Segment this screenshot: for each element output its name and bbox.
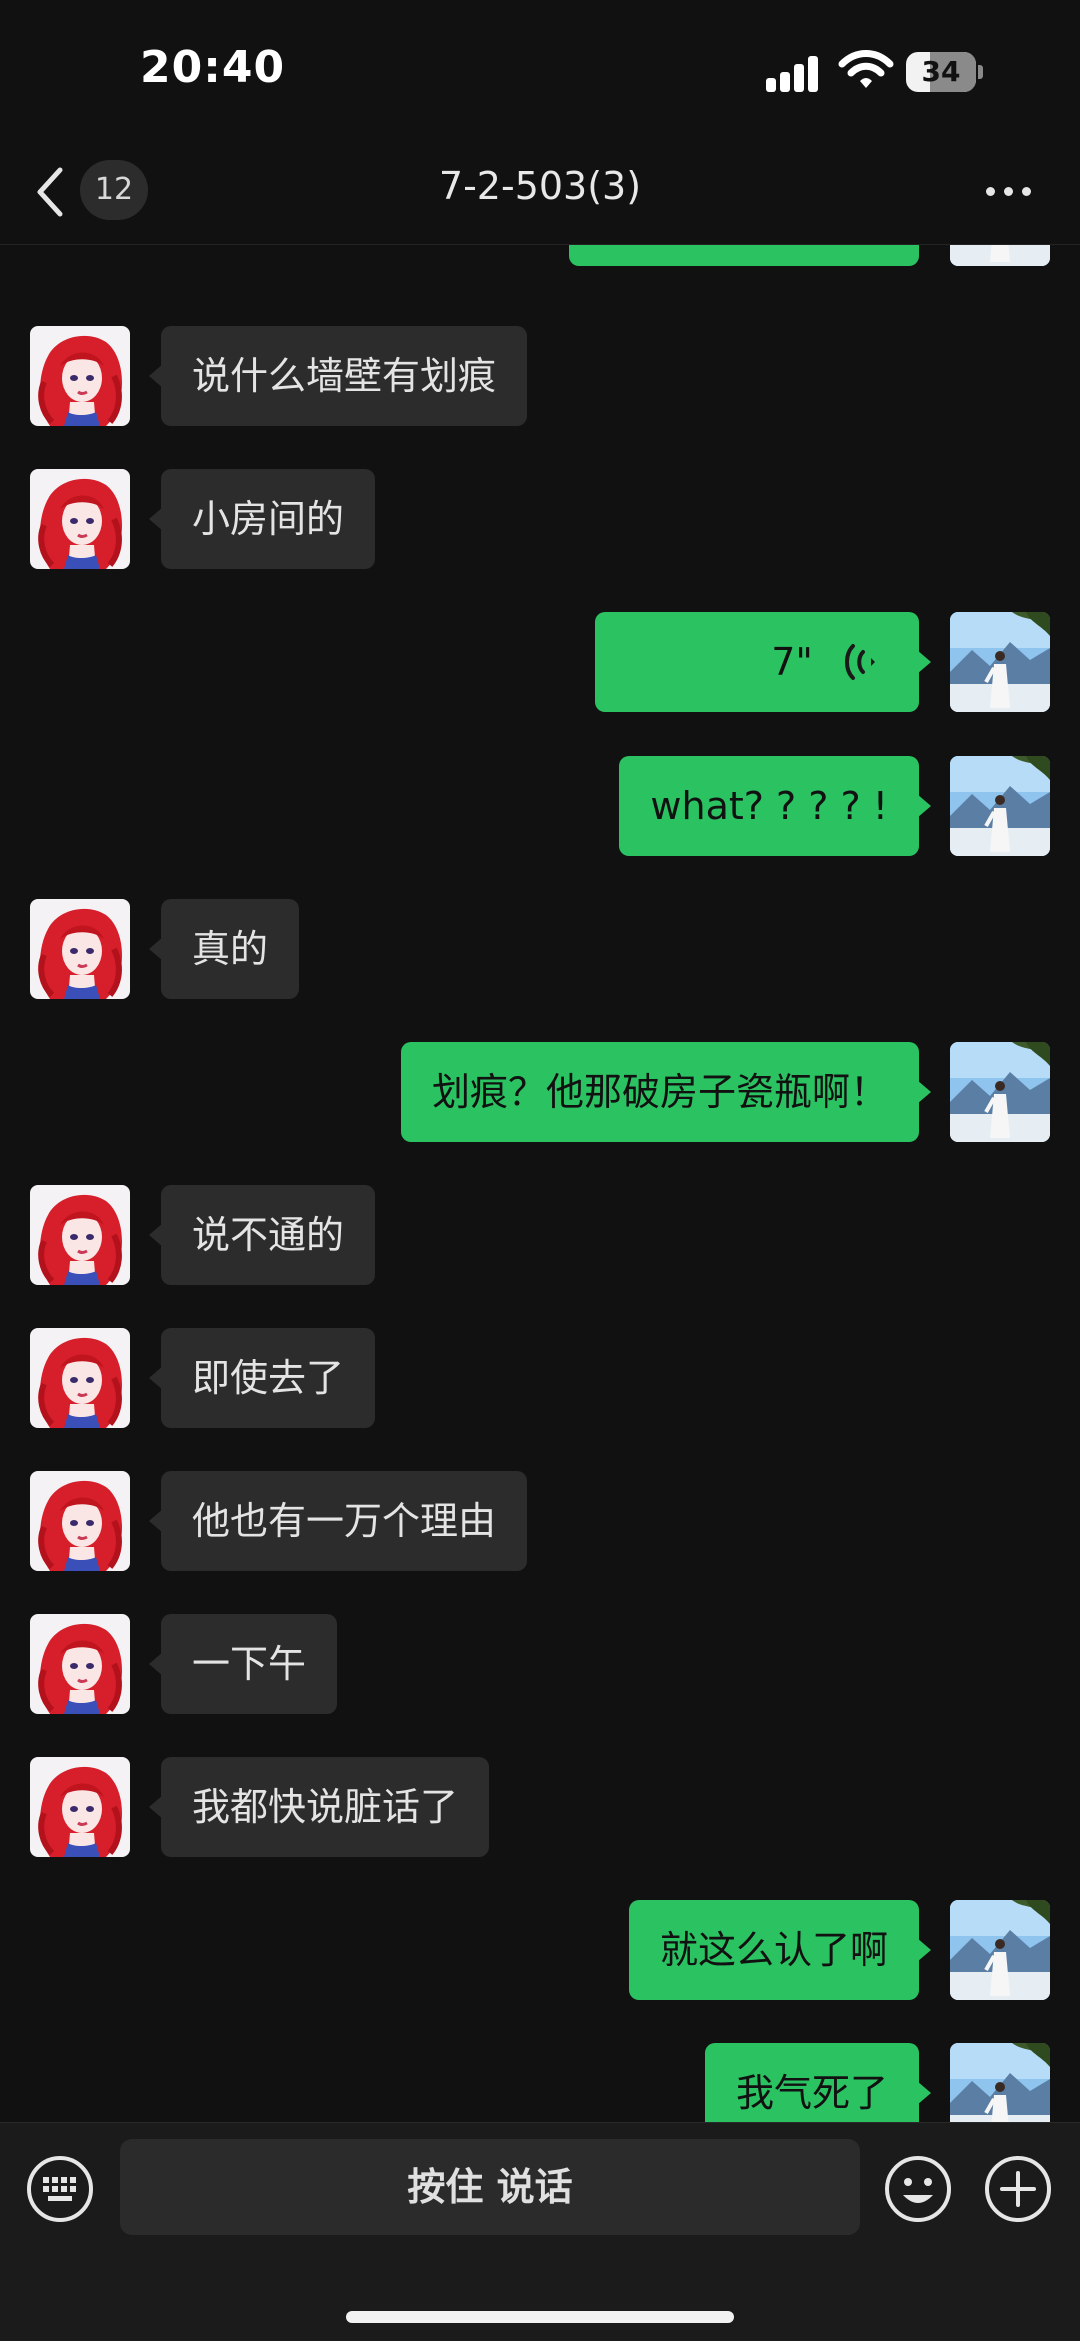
chat-input-bar: 按住 说话 — [0, 2122, 1080, 2341]
hold-to-talk-button[interactable]: 按住 说话 — [120, 2139, 860, 2235]
message-row: what? ? ? ? ! — [0, 756, 1080, 856]
self-avatar[interactable] — [950, 1900, 1050, 2000]
message-bubble[interactable]: 他也有一万个理由 — [148, 1471, 528, 1571]
message-row: 一下午 — [0, 1614, 1080, 1714]
contact-avatar[interactable] — [30, 1471, 130, 1571]
contact-avatar[interactable] — [30, 899, 130, 999]
message-bubble[interactable]: 我气死了 — [704, 2043, 932, 2122]
voice-duration: 7" — [771, 640, 813, 684]
plus-icon[interactable] — [984, 2155, 1052, 2223]
message-row: 我都快说脏话了 — [0, 1757, 1080, 1857]
chat-header: 12 7-2-503(3) — [0, 140, 1080, 245]
home-indicator[interactable] — [346, 2311, 734, 2323]
contact-avatar[interactable] — [30, 1614, 130, 1714]
contact-avatar[interactable] — [30, 1185, 130, 1285]
status-time: 20:40 — [140, 42, 286, 93]
emoji-icon[interactable] — [884, 2155, 952, 2223]
self-avatar[interactable] — [950, 1042, 1050, 1142]
message-list[interactable]: 说什么墙壁有划痕 小房间的 7" what? ? ? ? ! 真的 划痕？他那破… — [0, 245, 1080, 2122]
contact-avatar[interactable] — [30, 326, 130, 426]
message-row: 他也有一万个理由 — [0, 1471, 1080, 1571]
message-bubble[interactable]: 真的 — [148, 899, 300, 999]
message-bubble[interactable]: 说不通的 — [148, 1185, 376, 1285]
message-bubble[interactable]: what? ? ? ? ! — [619, 756, 931, 856]
self-avatar[interactable] — [950, 245, 1050, 266]
message-row: 真的 — [0, 899, 1080, 999]
message-row: 就这么认了啊 — [0, 1900, 1080, 2000]
message-row: 7" — [0, 612, 1080, 712]
message-row: 说不通的 — [0, 1185, 1080, 1285]
message-row — [0, 245, 1080, 266]
back-chevron-icon[interactable] — [30, 162, 70, 222]
cellular-signal-icon — [766, 56, 822, 92]
chat-title: 7-2-503(3) — [438, 164, 642, 208]
status-bar: 20:40 34 — [0, 0, 1080, 140]
contact-avatar[interactable] — [30, 469, 130, 569]
more-dots-icon[interactable] — [986, 184, 1034, 198]
wifi-icon — [838, 50, 894, 88]
contact-avatar[interactable] — [30, 1757, 130, 1857]
self-avatar[interactable] — [950, 2043, 1050, 2122]
voice-message-bubble[interactable]: 7" — [595, 612, 931, 712]
message-bubble[interactable]: 小房间的 — [148, 469, 376, 569]
message-row: 说什么墙壁有划痕 — [0, 326, 1080, 426]
message-bubble[interactable]: 我都快说脏话了 — [148, 1757, 490, 1857]
battery-level: 34 — [921, 55, 961, 88]
message-bubble[interactable]: 即使去了 — [148, 1328, 376, 1428]
message-bubble[interactable]: 划痕？他那破房子瓷瓶啊！ — [400, 1042, 932, 1142]
message-row: 划痕？他那破房子瓷瓶啊！ — [0, 1042, 1080, 1142]
unread-count-badge[interactable]: 12 — [80, 160, 148, 220]
message-bubble[interactable]: 一下午 — [148, 1614, 338, 1714]
message-bubble[interactable] — [569, 245, 919, 266]
message-row: 即使去了 — [0, 1328, 1080, 1428]
self-avatar[interactable] — [950, 612, 1050, 712]
voice-wave-icon — [845, 643, 875, 680]
self-avatar[interactable] — [950, 756, 1050, 856]
message-bubble[interactable]: 就这么认了啊 — [628, 1900, 932, 2000]
message-row: 小房间的 — [0, 469, 1080, 569]
keyboard-icon[interactable] — [26, 2155, 94, 2223]
contact-avatar[interactable] — [30, 1328, 130, 1428]
battery-icon: 34 — [906, 52, 983, 92]
message-row: 我气死了 — [0, 2043, 1080, 2122]
message-bubble[interactable]: 说什么墙壁有划痕 — [148, 326, 528, 426]
